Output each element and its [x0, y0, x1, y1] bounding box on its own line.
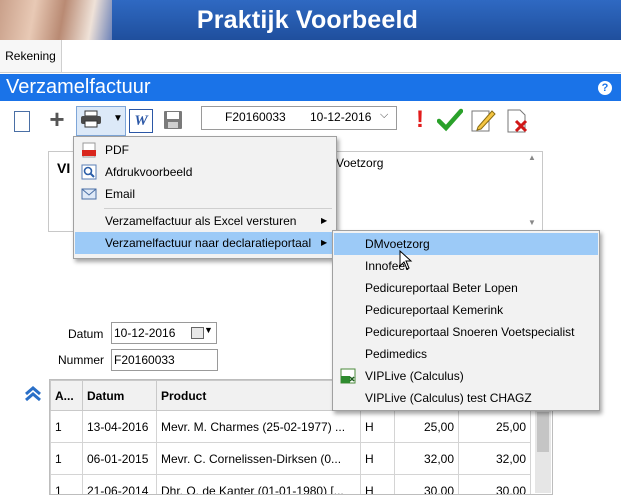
invoice-select-date: 10-12-2016	[310, 110, 371, 124]
declaratieportaal-submenu: DMvoetzorg Innofeet Pedicureportaal Bete…	[332, 230, 600, 411]
menu-item-label: Verzamelfactuur als Excel versturen	[105, 210, 296, 232]
table-scrollbar-thumb[interactable]	[537, 412, 549, 452]
submenu-item-viplive[interactable]: VIPLive (Calculus)	[334, 365, 598, 387]
menu-separator	[104, 208, 332, 209]
print-menu: PDF Afdrukvoorbeeld Email Verzamelfactuu…	[73, 136, 337, 259]
submenu-item-snoeren[interactable]: Pedicureportaal Snoeren Voetspecialist	[334, 321, 598, 343]
table-row[interactable]: 1 13-04-2016 Mevr. M. Charmes (25-02-197…	[51, 411, 531, 443]
menu-item-label: Email	[105, 183, 135, 205]
menu-item-label: VIPLive (Calculus)	[365, 365, 464, 387]
nummer-label: Nummer	[58, 353, 104, 367]
table-cell: H	[361, 411, 395, 443]
tab-rekening[interactable]: Rekening	[0, 40, 62, 72]
table-cell: 32,00	[395, 443, 459, 475]
info-title: VI	[57, 160, 70, 176]
table-cell: 32,00	[459, 443, 531, 475]
submenu-item-beter-lopen[interactable]: Pedicureportaal Beter Lopen	[334, 277, 598, 299]
new-document-icon[interactable]	[14, 111, 30, 132]
banner-photo	[0, 0, 112, 40]
submenu-item-innofeet[interactable]: Innofeet	[334, 255, 598, 277]
pdf-icon	[81, 142, 97, 158]
menu-item-email[interactable]: Email	[75, 183, 335, 205]
scroll-down-icon[interactable]: ▼	[528, 218, 536, 227]
delete-document-icon[interactable]	[505, 108, 531, 134]
table-cell: 1	[51, 443, 83, 475]
menu-item-label: Pedimedics	[365, 343, 427, 365]
submenu-arrow-icon: ▶	[321, 232, 327, 254]
table-cell: 06-01-2015	[83, 443, 157, 475]
table-row[interactable]: 1 21-06-2014 Dhr. O. de Kanter (01-01-19…	[51, 475, 531, 495]
table-cell: 25,00	[459, 411, 531, 443]
table-cell: Mevr. C. Cornelissen-Dirksen (0...	[157, 443, 361, 475]
menu-item-label: VIPLive (Calculus) test CHAGZ	[365, 387, 532, 409]
table-cell: 25,00	[395, 411, 459, 443]
menu-item-label: Verzamelfactuur naar declaratieportaal	[105, 232, 311, 254]
menu-item-label: Afdrukvoorbeeld	[105, 161, 192, 183]
table-cell: 30,00	[395, 475, 459, 495]
menu-item-pdf[interactable]: PDF	[75, 139, 335, 161]
edit-icon[interactable]	[470, 107, 496, 133]
table-row[interactable]: 1 06-01-2015 Mevr. C. Cornelissen-Dirkse…	[51, 443, 531, 475]
add-icon[interactable]: +	[46, 108, 68, 132]
menu-item-label: Pedicureportaal Beter Lopen	[365, 277, 518, 299]
chevron-down-icon[interactable]: ⌵	[380, 109, 388, 122]
envelope-icon	[81, 187, 97, 201]
excel-export-icon	[340, 368, 356, 384]
chevron-down-icon[interactable]: ▼	[204, 325, 213, 335]
mouse-cursor-icon	[399, 250, 413, 270]
datum-label: Datum	[68, 327, 103, 341]
nummer-value: F20160033	[114, 353, 175, 367]
table-cell: H	[361, 475, 395, 495]
menu-item-declaratieportaal[interactable]: Verzamelfactuur naar declaratieportaal ▶	[75, 232, 335, 254]
table-cell: 1	[51, 411, 83, 443]
submenu-arrow-icon: ▶	[321, 210, 327, 232]
menu-item-excel[interactable]: Verzamelfactuur als Excel versturen ▶	[75, 210, 335, 232]
menu-item-label: PDF	[105, 139, 129, 161]
invoice-select-number: F20160033	[225, 110, 286, 124]
table-cell: Dhr. O. de Kanter (01-01-1980) [...	[157, 475, 361, 495]
calendar-icon[interactable]	[191, 327, 204, 339]
collapse-up-icon[interactable]	[24, 385, 42, 403]
info-text: Voetzorg	[336, 156, 383, 170]
printer-icon	[80, 110, 102, 128]
warning-icon[interactable]: !	[416, 106, 424, 134]
table-cell: 30,00	[459, 475, 531, 495]
table-cell: Mevr. M. Charmes (25-02-1977) ...	[157, 411, 361, 443]
scroll-up-icon[interactable]: ▲	[528, 153, 536, 162]
chevron-down-icon[interactable]: ▼	[113, 113, 123, 124]
menu-item-label: Pedicureportaal Snoeren Voetspecialist	[365, 321, 574, 343]
submenu-item-kemerink[interactable]: Pedicureportaal Kemerink	[334, 299, 598, 321]
menu-item-label: Pedicureportaal Kemerink	[365, 299, 503, 321]
submenu-item-viplive-test[interactable]: VIPLive (Calculus) test CHAGZ	[334, 387, 598, 409]
word-export-button[interactable]: W	[129, 109, 153, 133]
check-icon[interactable]	[437, 108, 463, 132]
table-cell: 13-04-2016	[83, 411, 157, 443]
column-header[interactable]: Product	[157, 381, 361, 411]
menu-item-label: DMvoetzorg	[365, 233, 430, 255]
submenu-item-pedimedics[interactable]: Pedimedics	[334, 343, 598, 365]
submenu-item-dmvoetzorg[interactable]: DMvoetzorg	[334, 233, 598, 255]
table-cell: 1	[51, 475, 83, 495]
datum-value: 10-12-2016	[114, 326, 175, 340]
page-title: Verzamelfactuur	[6, 74, 151, 101]
table-cell: H	[361, 443, 395, 475]
help-icon[interactable]: ?	[598, 81, 612, 95]
table-cell: 21-06-2014	[83, 475, 157, 495]
banner-title: Praktijk Voorbeeld	[112, 0, 503, 40]
menu-item-afdrukvoorbeeld[interactable]: Afdrukvoorbeeld	[75, 161, 335, 183]
save-icon[interactable]	[163, 110, 183, 130]
column-header[interactable]: Datum	[83, 381, 157, 411]
column-header[interactable]: A...	[51, 381, 83, 411]
magnifier-icon	[81, 164, 97, 180]
tab-strip	[0, 40, 621, 73]
